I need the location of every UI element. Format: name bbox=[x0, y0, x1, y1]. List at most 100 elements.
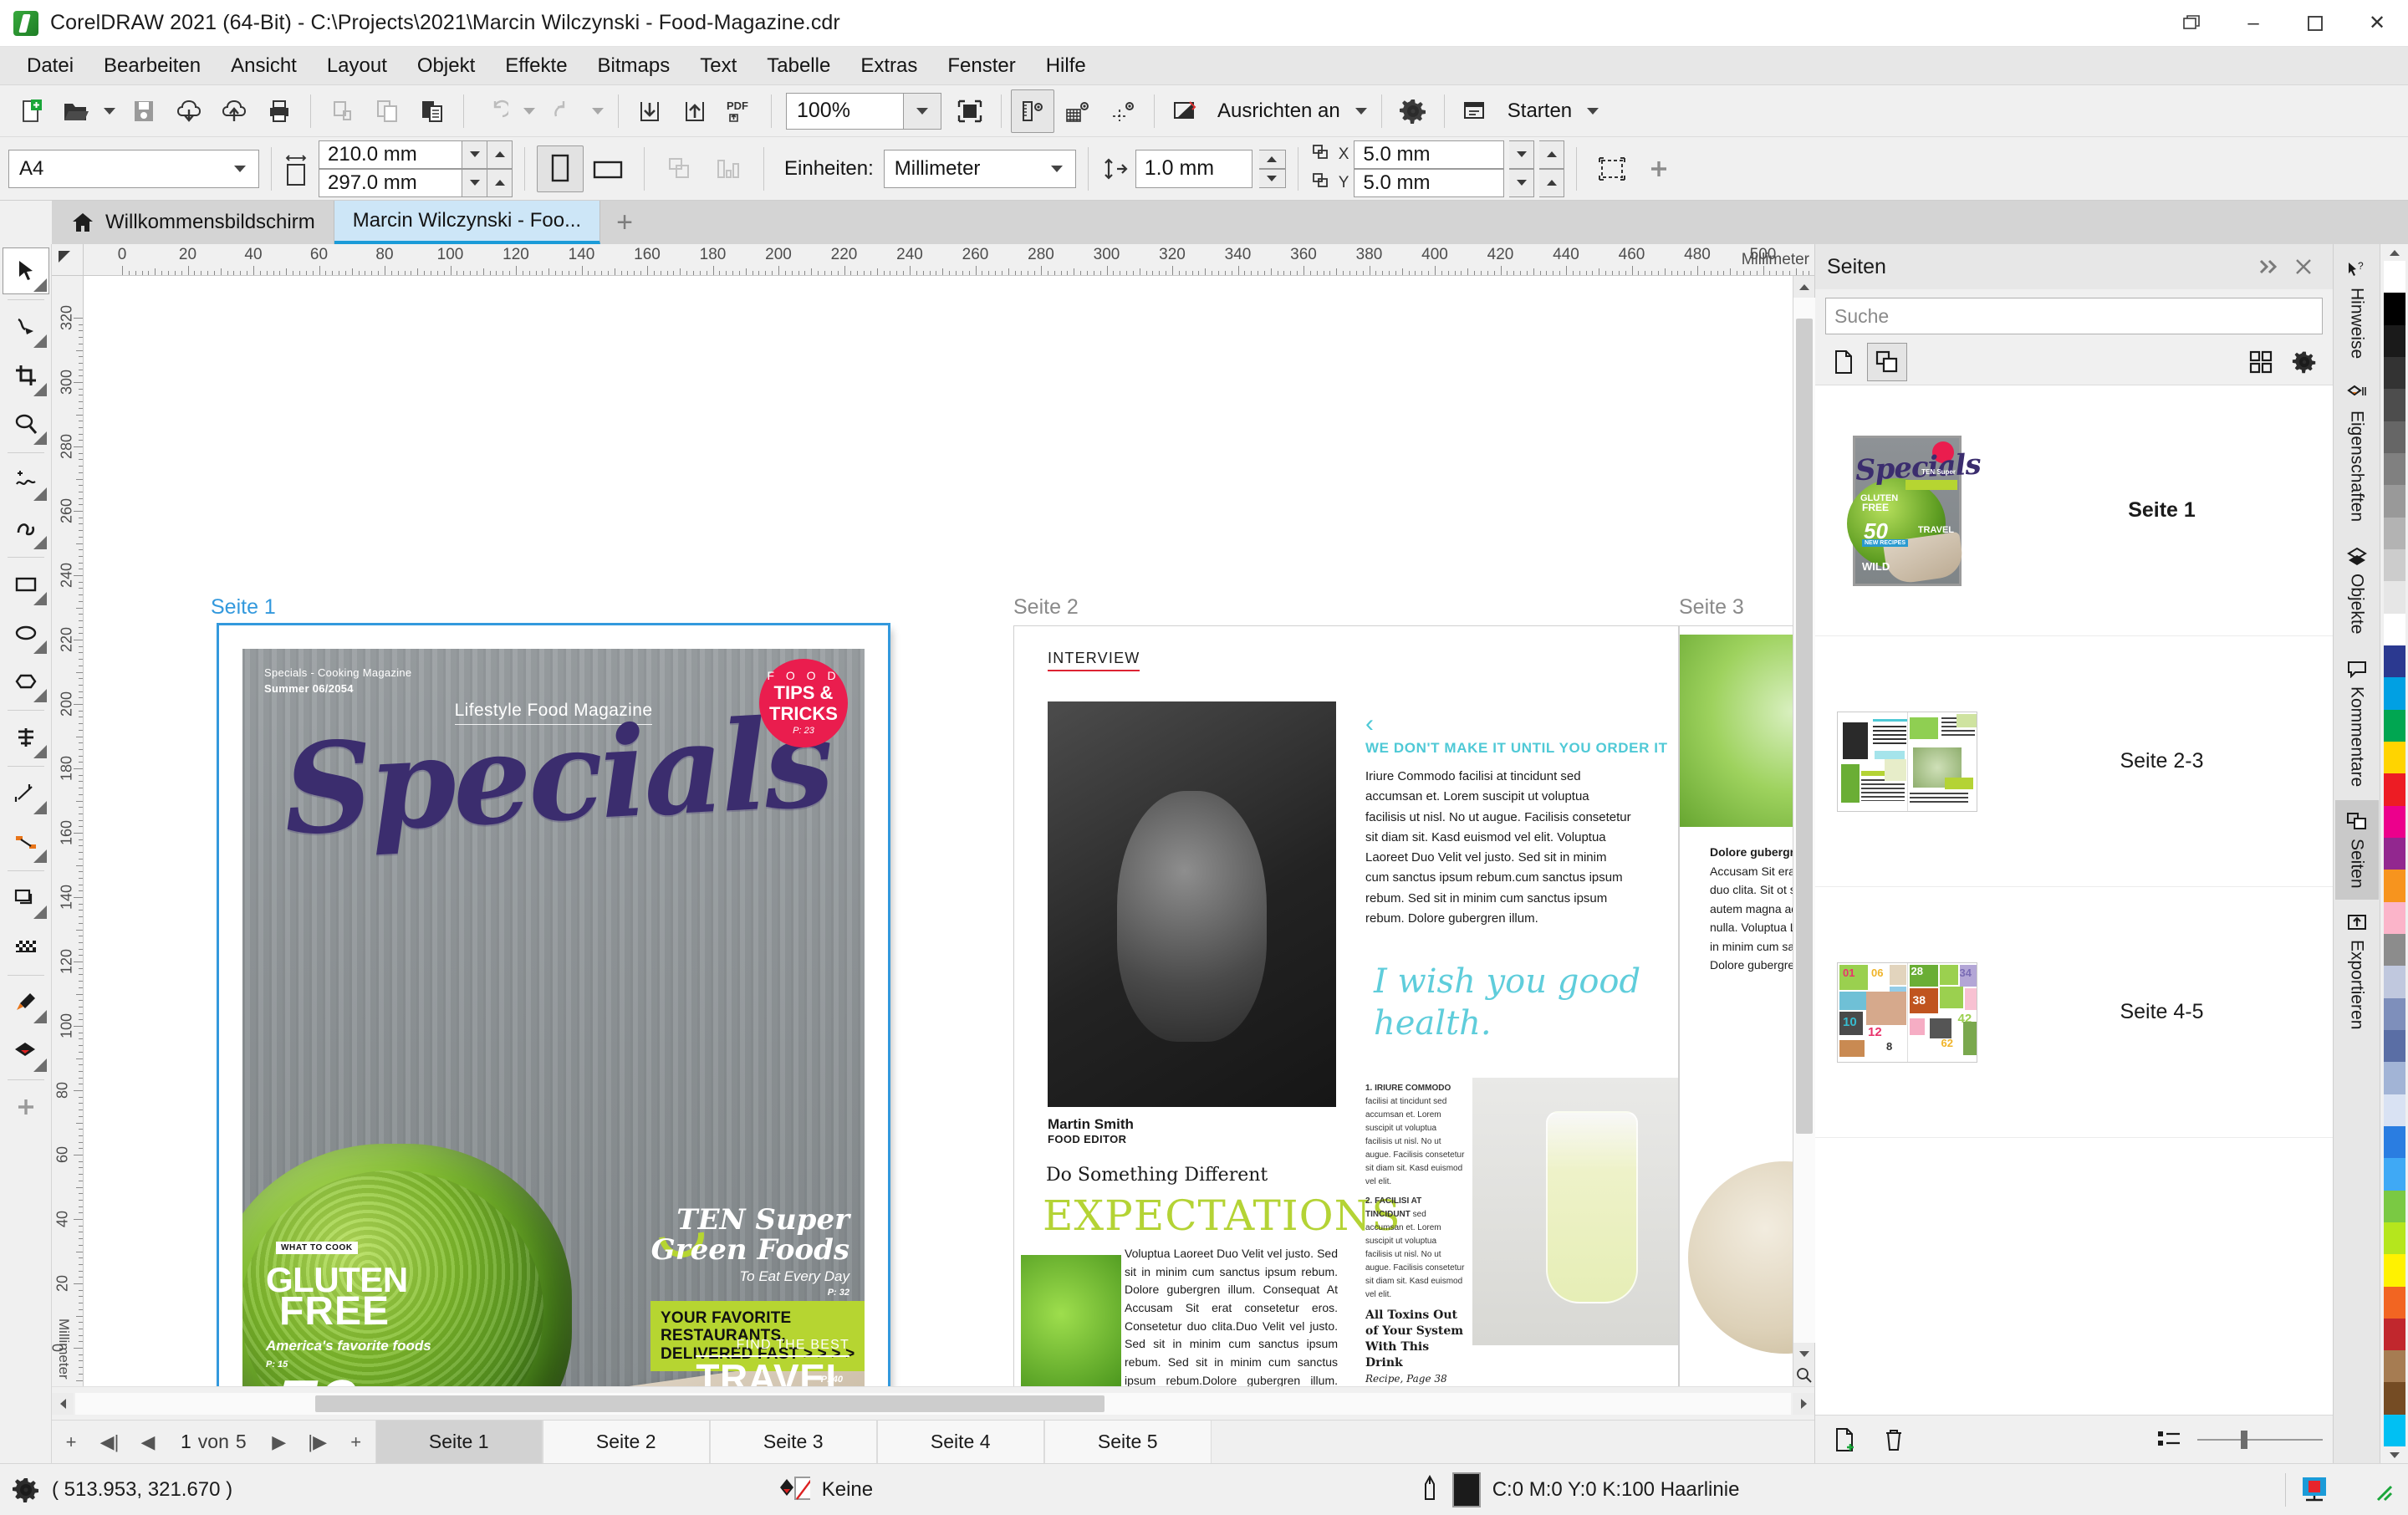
palette-swatch[interactable] bbox=[2384, 581, 2405, 613]
palette-swatch[interactable] bbox=[2384, 966, 2405, 997]
undo-dropdown-icon[interactable] bbox=[518, 89, 540, 133]
color-palette[interactable] bbox=[2380, 244, 2408, 1463]
page-width-down[interactable] bbox=[462, 140, 487, 169]
page-thumbnail[interactable] bbox=[1824, 712, 1991, 812]
page-height-input[interactable]: 297.0 mm bbox=[319, 169, 462, 197]
palette-swatch[interactable] bbox=[2384, 838, 2405, 870]
palette-swatch[interactable] bbox=[2384, 645, 2405, 677]
freehand-tool[interactable] bbox=[3, 457, 49, 503]
palette-scroll-down-icon[interactable] bbox=[2380, 1446, 2408, 1463]
import-icon[interactable] bbox=[167, 89, 211, 133]
palette-swatch[interactable] bbox=[2384, 677, 2405, 709]
page-settings-gear-icon[interactable] bbox=[2284, 343, 2324, 381]
dupy-up[interactable] bbox=[1539, 169, 1564, 197]
launcher-dropdown-icon[interactable] bbox=[1582, 89, 1604, 133]
page-tab-5[interactable]: Seite 5 bbox=[1044, 1421, 1212, 1463]
page-thumbnail[interactable]: 01 06 10 12 8 bbox=[1824, 962, 1991, 1063]
palette-swatch[interactable] bbox=[2384, 421, 2405, 453]
palette-swatch[interactable] bbox=[2384, 1287, 2405, 1319]
previous-page-button[interactable]: ◀ bbox=[129, 1421, 167, 1463]
color-eyedropper-tool[interactable] bbox=[3, 979, 49, 1026]
snap-to-label[interactable]: Ausrichten an bbox=[1209, 99, 1349, 123]
menu-objekt[interactable]: Objekt bbox=[402, 47, 490, 85]
page-preset-combo[interactable]: A4 bbox=[8, 150, 259, 188]
pick-tool[interactable] bbox=[3, 247, 49, 294]
pages-list[interactable]: Specials GLUTEN FREE TEN Super 50 NEW RE… bbox=[1815, 385, 2333, 1415]
close-icon[interactable] bbox=[2286, 249, 2321, 284]
palette-swatch[interactable] bbox=[2384, 325, 2405, 357]
crop-tool[interactable] bbox=[3, 352, 49, 399]
first-page-button[interactable]: ◀| bbox=[90, 1421, 129, 1463]
page-height-up[interactable] bbox=[487, 169, 513, 197]
palette-swatch[interactable] bbox=[2384, 870, 2405, 901]
list-view-icon[interactable] bbox=[2149, 1421, 2189, 1459]
outline-color-swatch[interactable] bbox=[1452, 1472, 1481, 1507]
palette-swatch[interactable] bbox=[2384, 1062, 2405, 1094]
open-dropdown-icon[interactable] bbox=[99, 89, 120, 133]
search-input[interactable] bbox=[1825, 298, 2323, 334]
list-item[interactable]: Specials GLUTEN FREE TEN Super 50 NEW RE… bbox=[1815, 385, 2333, 636]
palette-swatch[interactable] bbox=[2384, 614, 2405, 645]
menu-effekte[interactable]: Effekte bbox=[490, 47, 582, 85]
menu-text[interactable]: Text bbox=[685, 47, 752, 85]
palette-swatch[interactable] bbox=[2384, 261, 2405, 293]
new-page-icon[interactable] bbox=[1824, 343, 1864, 381]
interactive-fill-tool[interactable] bbox=[3, 1028, 49, 1074]
palette-swatch[interactable] bbox=[2384, 485, 2405, 517]
palette-swatch[interactable] bbox=[2384, 773, 2405, 805]
print-icon[interactable] bbox=[258, 89, 301, 133]
multipage-view-icon[interactable] bbox=[1867, 343, 1907, 381]
palette-swatch[interactable] bbox=[2384, 389, 2405, 421]
cut-icon[interactable] bbox=[320, 89, 364, 133]
palette-swatch[interactable] bbox=[2384, 998, 2405, 1030]
export-file-icon[interactable] bbox=[673, 89, 717, 133]
palette-swatch[interactable] bbox=[2384, 1191, 2405, 1222]
menu-datei[interactable]: Datei bbox=[12, 47, 89, 85]
dupx-down[interactable] bbox=[1509, 140, 1534, 169]
zoom-to-fit-button[interactable] bbox=[1793, 1365, 1815, 1386]
restore-down-icon[interactable] bbox=[2161, 0, 2222, 47]
show-rulers-icon[interactable] bbox=[1011, 89, 1054, 133]
vertical-ruler[interactable]: Millimeter 32030028026024022020018016014… bbox=[52, 276, 84, 1386]
canvas-horizontal-scrollbar[interactable] bbox=[75, 1393, 1791, 1415]
double-chevron-right-icon[interactable] bbox=[2251, 249, 2286, 284]
zoom-tool[interactable] bbox=[3, 400, 49, 447]
palette-swatch[interactable] bbox=[2384, 1094, 2405, 1126]
ellipse-tool[interactable] bbox=[3, 610, 49, 656]
sidebar-item-kommentare[interactable]: Kommentare bbox=[2335, 648, 2379, 798]
application-launcher-icon[interactable] bbox=[1454, 89, 1497, 133]
menu-bitmaps[interactable]: Bitmaps bbox=[583, 47, 686, 85]
import-file-icon[interactable] bbox=[628, 89, 671, 133]
redo-dropdown-icon[interactable] bbox=[587, 89, 609, 133]
sidebar-item-exportieren[interactable]: Exportieren bbox=[2335, 901, 2379, 1041]
horizontal-ruler[interactable]: Millimeter 02040608010012014016018020022… bbox=[84, 244, 1814, 276]
palette-swatch[interactable] bbox=[2384, 1126, 2405, 1158]
units-combo[interactable]: Millimeter bbox=[884, 150, 1076, 188]
paste-icon[interactable] bbox=[411, 89, 454, 133]
page-tab-1[interactable]: Seite 1 bbox=[375, 1421, 543, 1463]
menu-fenster[interactable]: Fenster bbox=[932, 47, 1030, 85]
nudge-down[interactable] bbox=[1259, 169, 1286, 188]
palette-scroll-up-icon[interactable] bbox=[2380, 244, 2408, 261]
zoom-level-input[interactable] bbox=[786, 93, 903, 130]
palette-swatch[interactable] bbox=[2384, 806, 2405, 838]
orientation-landscape-icon[interactable] bbox=[585, 145, 632, 192]
zoom-slider[interactable] bbox=[2197, 1431, 2323, 1449]
palette-swatch[interactable] bbox=[2384, 1350, 2405, 1382]
palette-swatch[interactable] bbox=[2384, 1319, 2405, 1350]
menu-hilfe[interactable]: Hilfe bbox=[1031, 47, 1101, 85]
minimize-button[interactable]: – bbox=[2222, 0, 2284, 47]
drop-shadow-tool[interactable] bbox=[3, 875, 49, 921]
dupy-down[interactable] bbox=[1509, 169, 1534, 197]
zoom-level-combo[interactable] bbox=[786, 93, 941, 130]
autofit-icon[interactable] bbox=[705, 145, 752, 192]
copy-icon[interactable] bbox=[365, 89, 409, 133]
export-icon[interactable] bbox=[212, 89, 256, 133]
add-tool-button[interactable] bbox=[3, 1084, 49, 1130]
open-document-icon[interactable] bbox=[54, 89, 97, 133]
list-item[interactable]: Seite 2-3 bbox=[1815, 636, 2333, 887]
scroll-down-button[interactable] bbox=[1793, 1343, 1815, 1365]
straight-line-connector-tool[interactable] bbox=[3, 819, 49, 865]
palette-swatch[interactable] bbox=[2384, 1158, 2405, 1190]
sidebar-item-objekte[interactable]: Objekte bbox=[2335, 535, 2379, 645]
